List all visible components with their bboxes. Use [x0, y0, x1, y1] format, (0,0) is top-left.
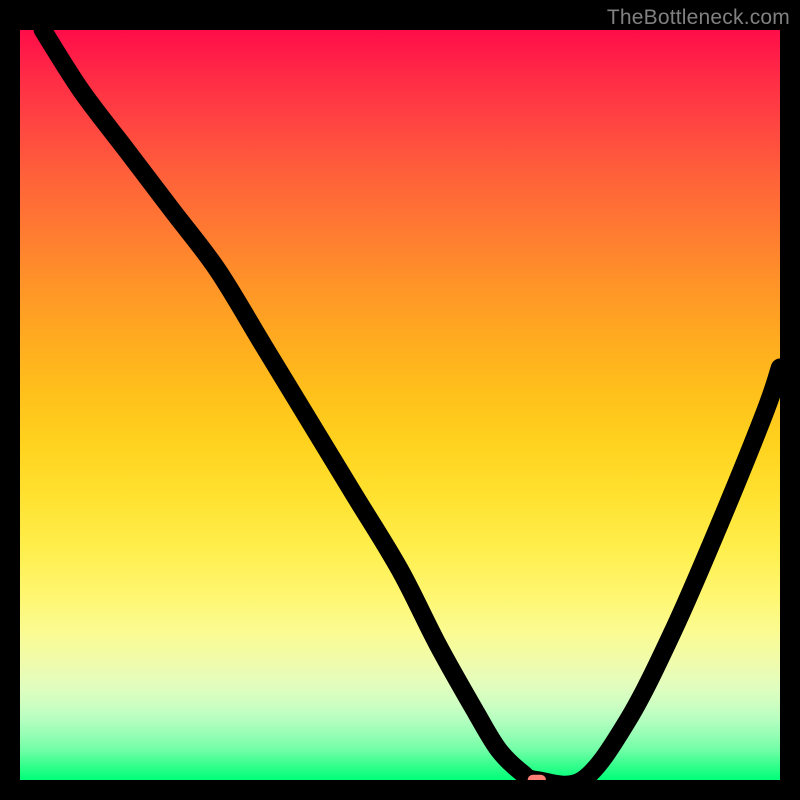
optimum-marker	[528, 775, 546, 780]
plot-area	[20, 30, 780, 780]
bottleneck-curve-path	[43, 30, 780, 780]
watermark-text: TheBottleneck.com	[607, 6, 790, 30]
chart-frame: TheBottleneck.com	[0, 0, 800, 800]
curve-svg	[20, 30, 780, 780]
